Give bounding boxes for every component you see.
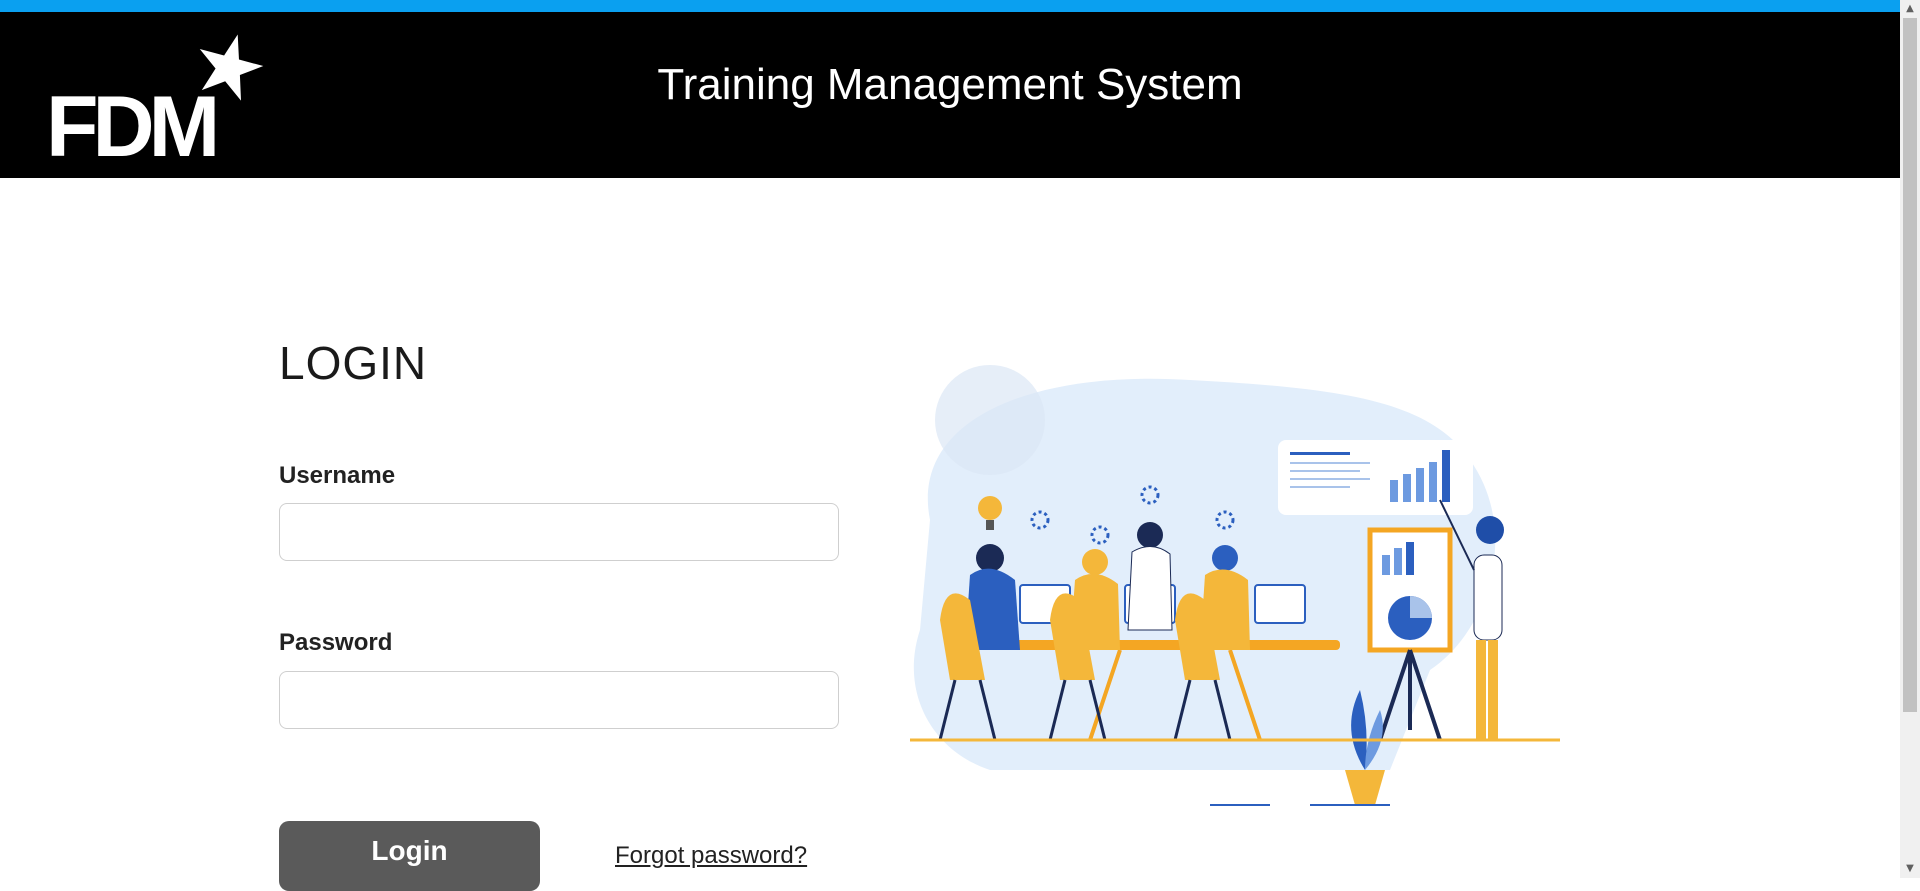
- arrow-down-icon[interactable]: ▼: [1900, 860, 1920, 878]
- login-heading: LOGIN: [279, 337, 428, 389]
- login-button[interactable]: Login: [279, 821, 540, 891]
- password-input[interactable]: [279, 671, 839, 729]
- username-input[interactable]: [279, 503, 839, 561]
- team-meeting-illustration: [910, 365, 1560, 806]
- forgot-password-link[interactable]: Forgot password?: [615, 842, 807, 870]
- arrow-up-icon[interactable]: ▲: [1900, 0, 1920, 18]
- vertical-scrollbar[interactable]: ▲ ▼: [1900, 0, 1920, 878]
- scrollbar-thumb[interactable]: [1903, 18, 1917, 712]
- app-title: Training Management System: [657, 60, 1243, 109]
- username-label: Username: [279, 462, 396, 489]
- password-label: Password: [279, 629, 393, 656]
- top-accent-bar: [0, 0, 1920, 12]
- app-header: FDM Training Management System: [0, 12, 1900, 178]
